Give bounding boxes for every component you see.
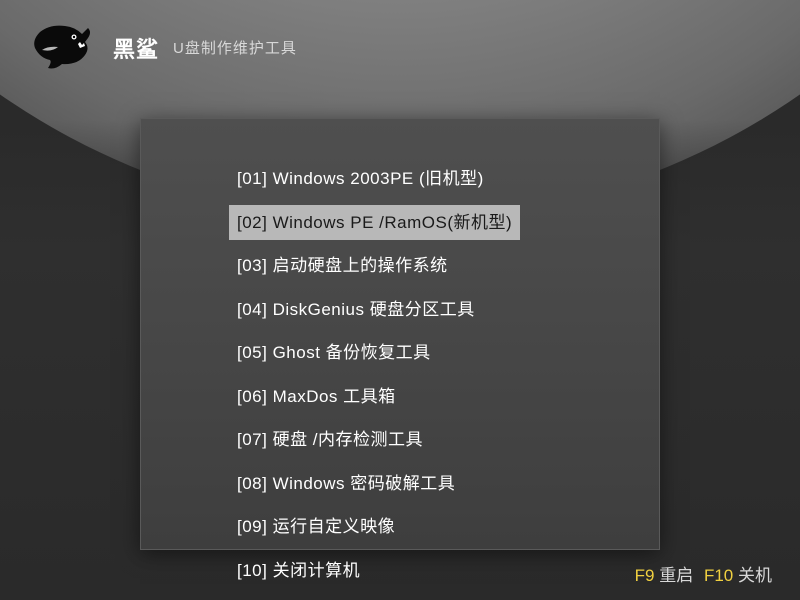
menu-item-05[interactable]: [05] Ghost 备份恢复工具	[229, 335, 439, 371]
menu-item-09[interactable]: [09] 运行自定义映像	[229, 509, 403, 545]
footer-hotkeys: F9 重启 F10 关机	[635, 561, 778, 586]
app-subtitle: U盘制作维护工具	[173, 37, 297, 58]
menu-item-01[interactable]: [01] Windows 2003PE (旧机型)	[229, 161, 492, 197]
menu-item-08[interactable]: [08] Windows 密码破解工具	[229, 466, 463, 502]
hotkey-f9-action: 重启	[659, 566, 693, 585]
hotkey-f9: F9	[635, 566, 655, 585]
menu-item-10[interactable]: [10] 关闭计算机	[229, 553, 368, 589]
menu-item-06[interactable]: [06] MaxDos 工具箱	[229, 379, 404, 415]
menu-item-03[interactable]: [03] 启动硬盘上的操作系统	[229, 248, 456, 284]
hotkey-f10-action: 关机	[738, 566, 772, 585]
hotkey-f10: F10	[704, 566, 733, 585]
menu-item-07[interactable]: [07] 硬盘 /内存检测工具	[229, 422, 431, 458]
boot-menu-panel: [01] Windows 2003PE (旧机型) [02] Windows P…	[140, 118, 660, 550]
header: 黑鲨 U盘制作维护工具	[30, 20, 297, 75]
brand-name: 黑鲨	[113, 32, 159, 64]
menu-item-04[interactable]: [04] DiskGenius 硬盘分区工具	[229, 292, 483, 328]
shark-logo-icon	[30, 20, 105, 75]
menu-item-02[interactable]: [02] Windows PE /RamOS(新机型)	[229, 205, 520, 241]
